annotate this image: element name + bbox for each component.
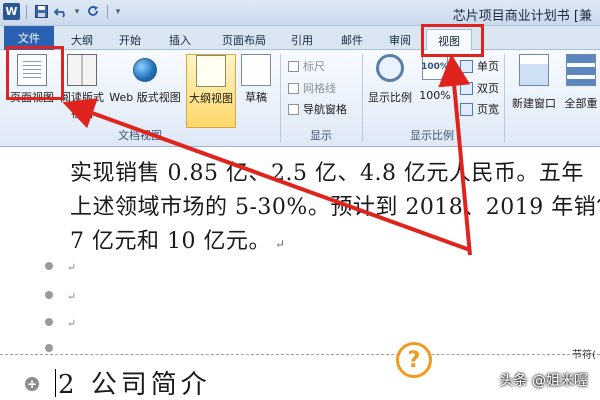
page-width-icon <box>460 102 473 116</box>
ruler-label: 标尺 <box>303 60 325 73</box>
tab-outline[interactable]: 大纲 <box>62 29 102 50</box>
draft-label: 草稿 <box>245 91 267 104</box>
group-divider <box>362 54 363 142</box>
new-window-button[interactable]: 新建窗口 <box>508 54 560 111</box>
outline-view-label: 大纲视图 <box>189 92 233 105</box>
body-text: 上述领域市场的 5-30%。预计到 2018、2019 年销售 <box>70 195 600 220</box>
body-text: 实现销售 0.85 亿、2.5 亿、4.8 亿元人民币。五年 <box>70 161 584 186</box>
annotation-box-view-tab <box>421 24 484 57</box>
full-screen-reading-label-2: 视图 <box>71 107 93 120</box>
divider <box>26 4 27 19</box>
section-break-line <box>0 354 600 355</box>
divider <box>107 4 108 19</box>
full-screen-reading-button[interactable]: 阅读版式 视图 <box>60 54 104 121</box>
globe-icon <box>133 58 157 82</box>
body-text-line: 上述领域市场的 5-30%。预计到 2018、2019 年销售 <box>70 189 600 221</box>
tab-mailings[interactable]: 邮件 <box>334 29 370 50</box>
group-label-document-views: 文档视图 <box>118 129 162 142</box>
new-window-icon <box>519 54 549 86</box>
gridlines-checkbox[interactable]: 网格线 <box>288 80 336 96</box>
outline-bullet-icon[interactable] <box>45 344 53 352</box>
outline-bullet-icon[interactable] <box>45 262 53 270</box>
arrange-all-icon <box>566 54 596 86</box>
outline-bullet-icon[interactable] <box>45 291 53 299</box>
new-window-label: 新建窗口 <box>512 97 556 110</box>
text-cursor <box>55 369 56 397</box>
draft-button[interactable]: 草稿 <box>240 54 272 105</box>
watermark: 头条 @姐米喔 <box>499 373 588 389</box>
paragraph-mark: ↵ <box>67 290 77 303</box>
page-width-label: 页宽 <box>477 103 499 116</box>
undo-dropdown-icon[interactable]: ▾ <box>73 4 81 20</box>
checkbox-box <box>288 60 299 72</box>
outline-icon <box>196 55 226 87</box>
save-icon[interactable] <box>33 4 49 20</box>
magnifier-icon <box>376 54 404 82</box>
annotation-box-print-layout <box>6 46 64 100</box>
two-pages-label: 双页 <box>477 82 499 95</box>
chevron-down-icon[interactable]: ▾ <box>114 4 122 20</box>
gridlines-label: 网格线 <box>303 82 336 95</box>
one-page-icon <box>460 59 473 73</box>
tab-insert[interactable]: 插入 <box>160 29 200 50</box>
outline-bullet-icon[interactable] <box>45 318 53 326</box>
outline-heading[interactable]: 2 公司简介 <box>55 364 211 400</box>
book-icon <box>67 54 97 86</box>
undo-icon[interactable] <box>53 4 69 20</box>
paragraph-mark: ↵ <box>67 317 77 330</box>
ribbon-panel: 页面视图 阅读版式 视图 Web 版式视图 大纲视图 草稿 文档视图 标尺 网格… <box>0 50 600 147</box>
outline-view-button[interactable]: 大纲视图 <box>186 54 236 128</box>
web-layout-button[interactable]: Web 版式视图 <box>106 54 184 105</box>
body-text-line: 7 亿元和 10 亿元。 ↵ <box>70 223 286 255</box>
help-question-icon: ? <box>396 342 432 378</box>
tab-page-layout[interactable]: 页面布局 <box>212 29 276 50</box>
full-screen-reading-label: 阅读版式 <box>60 91 104 104</box>
group-divider <box>504 54 505 142</box>
navigation-pane-label: 导航窗格 <box>303 103 347 116</box>
two-pages-button[interactable]: 双页 <box>460 80 499 96</box>
web-layout-label: Web 版式视图 <box>109 91 181 104</box>
group-label-zoom: 显示比例 <box>410 129 454 142</box>
two-pages-icon <box>460 81 473 95</box>
group-label-show: 显示 <box>310 129 332 142</box>
tab-review[interactable]: 审阅 <box>382 29 418 50</box>
expand-plus-icon[interactable]: + <box>25 377 39 391</box>
paragraph-mark: ↵ <box>67 261 77 274</box>
group-divider <box>280 54 281 142</box>
heading-text: 2 公司简介 <box>58 370 211 400</box>
draft-icon <box>241 54 271 86</box>
body-text: 7 亿元和 10 亿元。 <box>70 229 271 254</box>
one-page-button[interactable]: 单页 <box>460 58 499 74</box>
zoom-label: 显示比例 <box>368 91 412 104</box>
one-page-label: 单页 <box>477 60 499 73</box>
quick-access-toolbar: W ▾ ▾ <box>3 3 122 20</box>
arrange-all-button[interactable]: 全部重 <box>562 54 600 111</box>
arrange-all-label: 全部重 <box>564 97 598 110</box>
checkbox-box <box>288 82 299 94</box>
zoom-100-icon: 100% <box>421 54 449 80</box>
ribbon-tabs: 文件 大纲 开始 插入 页面布局 引用 邮件 审阅 视图 <box>0 26 600 51</box>
redo-icon[interactable] <box>85 4 101 20</box>
title-bar: W ▾ ▾ 芯片项目商业计划书 [兼 <box>0 0 600 26</box>
checkbox-box <box>288 103 299 115</box>
zoom-100-button[interactable]: 100% 100% <box>418 54 452 102</box>
zoom-button[interactable]: 显示比例 <box>366 54 414 105</box>
body-text-line: 实现销售 0.85 亿、2.5 亿、4.8 亿元人民币。五年 <box>70 155 584 187</box>
tab-home[interactable]: 开始 <box>110 29 150 50</box>
ruler-checkbox[interactable]: 标尺 <box>288 58 325 74</box>
paragraph-mark: ↵ <box>274 237 286 251</box>
document-area[interactable]: 实现销售 0.85 亿、2.5 亿、4.8 亿元人民币。五年 上述领域市场的 5… <box>0 147 600 400</box>
navigation-pane-checkbox[interactable]: 导航窗格 <box>288 101 347 117</box>
page-width-button[interactable]: 页宽 <box>460 101 499 117</box>
document-title: 芯片项目商业计划书 [兼 <box>452 9 592 24</box>
zoom-100-label: 100% <box>419 89 451 102</box>
tab-references[interactable]: 引用 <box>284 29 320 50</box>
word-logo-icon[interactable]: W <box>3 3 20 20</box>
section-break-label: 节符( <box>572 350 596 361</box>
